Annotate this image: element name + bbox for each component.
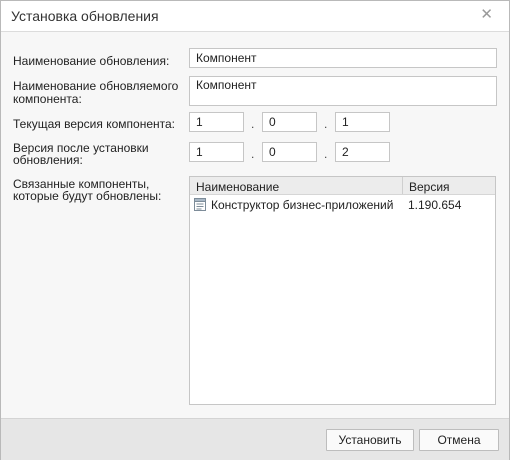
version-separator: . [324,147,328,161]
related-components-label-line2: которые будут обновлены: [13,189,162,203]
cancel-button[interactable]: Отмена [419,429,499,451]
current-version-build-field[interactable] [335,112,390,132]
component-name-label-line2: компонента: [13,92,82,106]
column-header-version[interactable]: Версия [409,180,450,194]
new-version-major-field[interactable] [189,142,244,162]
new-version-minor-field[interactable] [262,142,317,162]
component-name-label-line1: Наименование обновляемого [13,79,179,93]
install-button[interactable]: Установить [326,429,414,451]
current-version-major-field[interactable] [189,112,244,132]
component-name-field[interactable]: Компонент [189,76,497,106]
update-name-label: Наименование обновления: [13,54,170,68]
version-separator: . [324,117,328,131]
dialog-titlebar: Установка обновления ✕ [1,1,509,32]
update-name-field[interactable] [189,48,497,68]
dialog-footer: Установить Отмена [1,418,509,460]
grid-header: Наименование Версия [190,177,495,195]
row-component-name: Конструктор бизнес-приложений [211,198,394,212]
dialog-title: Установка обновления [11,8,159,24]
update-install-dialog: Установка обновления ✕ Наименование обно… [0,0,510,460]
related-components-grid[interactable]: Наименование Версия Конструктор бизнес-п… [189,176,496,405]
version-separator: . [251,147,255,161]
current-version-minor-field[interactable] [262,112,317,132]
current-version-label: Текущая версия компонента: [13,117,175,131]
new-version-label-line2: обновления: [13,153,83,167]
version-separator: . [251,117,255,131]
close-icon[interactable]: ✕ [480,7,493,23]
table-row[interactable]: Конструктор бизнес-приложений 1.190.654 [190,195,495,215]
column-header-name[interactable]: Наименование [196,180,279,194]
column-divider[interactable] [402,177,403,194]
new-version-build-field[interactable] [335,142,390,162]
component-icon [194,198,206,211]
row-component-version: 1.190.654 [408,198,462,212]
